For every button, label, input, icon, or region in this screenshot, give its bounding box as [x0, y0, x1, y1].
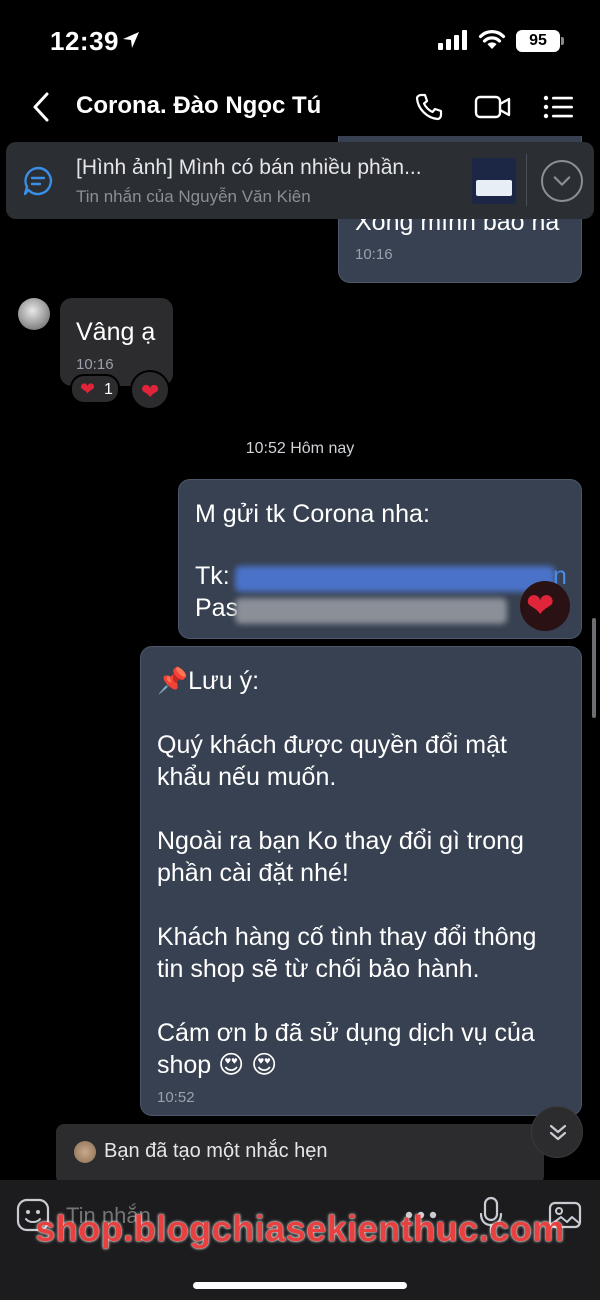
list-menu-icon[interactable] [542, 93, 574, 121]
watermark: shop.blogchiasekienthuc.com [35, 1208, 565, 1249]
account-redacted [235, 566, 555, 592]
reaction-count-chip[interactable]: ❤ 1 [70, 374, 120, 404]
message-text: M gửi tk Corona nha: [195, 500, 430, 528]
reaction-count: 1 [104, 381, 113, 398]
message-text: 📌Lưu ý: Quý khách được quyền đổi mật khẩ… [157, 667, 537, 1079]
chat-header: Corona. Đào Ngọc Tú [0, 80, 600, 136]
wifi-icon [478, 30, 506, 49]
password-label: Pas [195, 594, 239, 622]
heart-icon: ❤ [141, 379, 160, 404]
account-label: Tk: [195, 562, 230, 590]
heart-icon: ❤ [526, 587, 555, 625]
double-chevron-down-icon [549, 1124, 567, 1141]
cellular-signal-icon [438, 30, 467, 50]
chat-title[interactable]: Corona. Đào Ngọc Tú [76, 92, 321, 120]
divider [526, 154, 527, 206]
pinned-message-sender: Tin nhắn của Nguyễn Văn Kiên [76, 187, 311, 206]
pinned-message-banner[interactable]: [Hình ảnh] Mình có bán nhiều phần... Tin… [6, 142, 594, 219]
thumbnail-content [476, 180, 512, 196]
chevron-down-icon[interactable] [541, 160, 583, 202]
date-separator: 10:52 Hôm nay [245, 440, 355, 457]
pinned-image-thumbnail[interactable] [472, 158, 516, 204]
status-bar: 12:39 95 [0, 0, 600, 80]
location-arrow-icon [123, 32, 139, 48]
phone-icon[interactable] [414, 92, 444, 122]
avatar [74, 1141, 96, 1163]
add-reaction-button[interactable]: ❤ [130, 370, 170, 410]
avatar[interactable] [18, 298, 50, 330]
status-time: 12:39 [50, 26, 119, 56]
pinned-message-text: [Hình ảnh] Mình có bán nhiều phần... [76, 156, 422, 179]
video-camera-icon[interactable] [474, 94, 512, 120]
scrollbar[interactable] [592, 618, 596, 718]
battery-tip [561, 37, 564, 45]
message-time: 10:52 [157, 1089, 195, 1106]
reminder-notice[interactable]: Bạn đã tạo một nhắc hẹn [56, 1124, 544, 1184]
chat-bubble-icon [23, 166, 53, 196]
message-bubble-outgoing[interactable]: 📌Lưu ý: Quý khách được quyền đổi mật khẩ… [140, 646, 582, 1116]
chevron-left-icon[interactable] [28, 90, 54, 124]
reminder-text: Bạn đã tạo một nhắc hẹn [104, 1140, 328, 1162]
scroll-to-bottom-button[interactable] [531, 1106, 583, 1158]
heart-icon: ❤ [80, 379, 96, 399]
heart-reaction[interactable]: ❤ [520, 581, 570, 631]
battery-indicator: 95 [516, 30, 560, 52]
chat-messages[interactable]: Xong mình báo ha 10:16 Vâng ạ 10:16 ❤ 1 … [0, 136, 600, 1180]
password-redacted [235, 598, 507, 624]
home-indicator[interactable] [193, 1282, 407, 1289]
message-time: 10:16 [76, 356, 114, 373]
message-time: 10:16 [355, 246, 393, 263]
message-text: Vâng ạ [76, 318, 156, 346]
